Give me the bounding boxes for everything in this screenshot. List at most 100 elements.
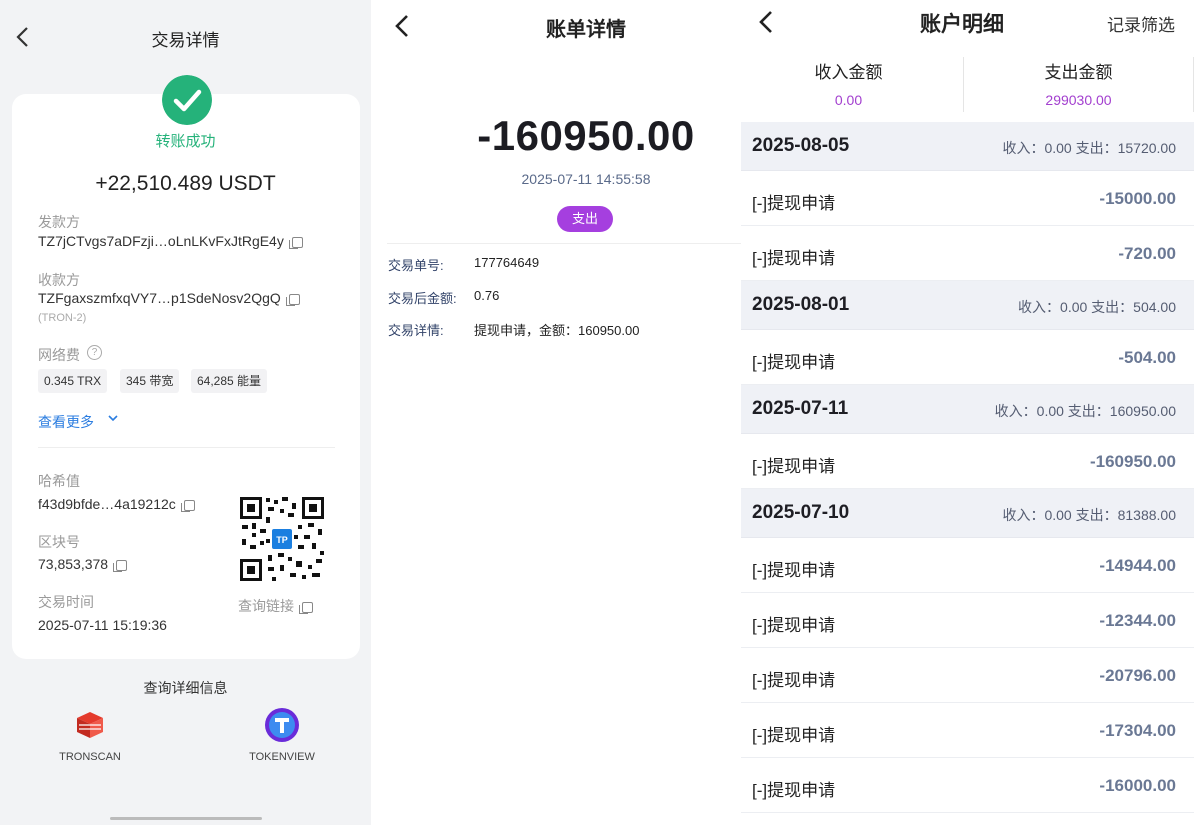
transfer-status: 转账成功 — [155, 133, 216, 150]
expense-label: 支出金额 — [1044, 63, 1113, 82]
back-arrow-icon[interactable] — [755, 8, 777, 36]
tronscan-link[interactable]: TRONSCAN — [35, 708, 145, 763]
item-amount: -20796.00 — [1099, 666, 1176, 685]
home-indicator — [110, 817, 262, 820]
receiver-label: 收款方 — [38, 272, 80, 288]
bill-detail-panel: 账单详情 -160950.00 2025-07-11 14:55:58 支出 交… — [371, 0, 741, 825]
expense-badge: 支出 — [557, 206, 613, 232]
sender-address: TZ7jCTvgs7aDFzji…oLnLKvFxJtRgE4y — [38, 233, 303, 249]
chevron-down-icon[interactable] — [106, 411, 120, 425]
see-more-link[interactable]: 查看更多 — [38, 412, 94, 432]
copy-icon[interactable] — [113, 559, 128, 572]
group-date: 2025-07-11 — [752, 398, 849, 419]
group-summary: 收入：0.00 支出：81388.00 — [1002, 507, 1176, 523]
tokenview-link[interactable]: TOKENVIEW — [227, 708, 337, 763]
time-label: 交易时间 — [38, 594, 94, 610]
receiver-address-text: TZFgaxszmfxqVY7…p1SdeNosv2QgQ — [38, 290, 281, 306]
block-value: 73,853,378 — [38, 556, 128, 572]
receiver-network: (TRON-2) — [38, 312, 87, 324]
income-label: 收入金额 — [814, 63, 883, 82]
success-check-icon — [162, 75, 212, 125]
sender-label: 发款方 — [38, 214, 80, 230]
list-item[interactable]: [-]提现申请 -504.00 — [741, 330, 1194, 385]
income-summary: 收入金额 0.00 — [781, 58, 916, 108]
item-title: [-]提现申请 — [752, 671, 836, 690]
page-title: 账户明细 — [920, 13, 1004, 36]
transaction-list: 2025-08-05 收入：0.00 支出：15720.00 [-]提现申请 -150… — [741, 122, 1194, 813]
list-item[interactable]: [-]提现申请 -12344.00 — [741, 593, 1194, 648]
bill-amount: -160950.00 — [477, 112, 695, 159]
date-group-header: 2025-08-01 收入：0.00 支出：504.00 — [741, 281, 1194, 330]
list-item[interactable]: [-]提现申请 -20796.00 — [741, 648, 1194, 703]
divider — [387, 243, 741, 244]
item-title: [-]提现申请 — [752, 616, 836, 635]
hash-label: 哈希值 — [38, 473, 80, 489]
balance-after-value: 0.76 — [474, 288, 500, 303]
bill-time: 2025-07-11 14:55:58 — [521, 171, 651, 187]
list-item[interactable]: [-]提现申请 -14944.00 — [741, 538, 1194, 593]
item-title: [-]提现申请 — [752, 194, 836, 213]
date-group-header: 2025-08-05 收入：0.00 支出：15720.00 — [741, 122, 1194, 171]
qr-code[interactable]: TP — [238, 495, 326, 583]
divider — [1193, 57, 1194, 112]
sender-address-text: TZ7jCTvgs7aDFzji…oLnLKvFxJtRgE4y — [38, 233, 284, 249]
date-group-header: 2025-07-11 收入：0.00 支出：160950.00 — [741, 385, 1194, 434]
fee-chip-bandwidth: 345 带宽 — [120, 369, 180, 393]
fee-chip-trx: 0.345 TRX — [38, 369, 108, 393]
item-title: [-]提现申请 — [752, 353, 836, 372]
list-item[interactable]: [-]提现申请 -160950.00 — [741, 434, 1194, 489]
list-item[interactable]: [-]提现申请 -16000.00 — [741, 758, 1194, 813]
copy-icon[interactable] — [299, 601, 313, 614]
page-title: 账单详情 — [546, 19, 626, 41]
block-value-text: 73,853,378 — [38, 556, 109, 572]
query-link-text: 查询链接 — [238, 598, 294, 614]
tx-detail-panel: 交易详情 转账成功 +22,510.489 USDT 发款方 TZ7jCTvgs… — [0, 0, 371, 825]
hash-value-text: f43d9bfde…4a19212c — [38, 496, 176, 512]
item-title: [-]提现申请 — [752, 726, 836, 745]
copy-icon[interactable] — [180, 499, 195, 512]
time-value: 2025-07-11 15:19:36 — [38, 617, 167, 633]
divider — [963, 57, 964, 112]
detail-label: 交易详情: — [388, 323, 444, 338]
expense-total: 299030.00 — [1045, 92, 1112, 108]
query-link[interactable]: 查询链接 — [238, 596, 313, 616]
item-title: [-]提现申请 — [752, 561, 836, 580]
account-detail-panel: 账户明细 记录筛选 收入金额 0.00 支出金额 299030.00 2025-… — [741, 0, 1200, 825]
hash-value: f43d9bfde…4a19212c — [38, 496, 195, 512]
date-group-header: 2025-07-10 收入：0.00 支出：81388.00 — [741, 489, 1194, 538]
item-title: [-]提现申请 — [752, 249, 836, 268]
group-summary: 收入：0.00 支出：15720.00 — [1002, 140, 1176, 156]
transfer-amount: +22,510.489 USDT — [95, 172, 276, 195]
item-amount: -16000.00 — [1099, 776, 1176, 795]
item-title: [-]提现申请 — [752, 781, 836, 800]
item-amount: -17304.00 — [1099, 721, 1176, 740]
item-amount: -160950.00 — [1089, 452, 1176, 471]
item-title: [-]提现申请 — [752, 457, 836, 476]
fee-label: 网络费 — [38, 347, 80, 363]
detail-info-title: 查询详细信息 — [143, 680, 228, 696]
group-date: 2025-08-05 — [752, 135, 850, 156]
list-item[interactable]: [-]提现申请 -720.00 — [741, 226, 1194, 281]
record-filter-button[interactable]: 记录筛选 — [1107, 11, 1175, 36]
item-amount: -12344.00 — [1099, 611, 1176, 630]
group-summary: 收入：0.00 支出：160950.00 — [994, 403, 1176, 419]
balance-after-label: 交易后金额: — [388, 291, 457, 306]
receiver-address: TZFgaxszmfxqVY7…p1SdeNosv2QgQ — [38, 290, 300, 306]
expense-summary: 支出金额 299030.00 — [1011, 58, 1146, 108]
copy-icon[interactable] — [288, 236, 303, 249]
page-title: 交易详情 — [151, 31, 220, 50]
tronscan-label: TRONSCAN — [59, 751, 121, 763]
tokenview-label: TOKENVIEW — [249, 751, 315, 763]
copy-icon[interactable] — [285, 293, 300, 306]
list-item[interactable]: [-]提现申请 -15000.00 — [741, 171, 1194, 226]
fee-chip-energy: 64,285 能量 — [191, 369, 268, 393]
item-amount: -15000.00 — [1099, 189, 1176, 208]
tronscan-logo-icon — [77, 712, 103, 738]
help-question-icon[interactable]: ? — [87, 345, 102, 360]
detail-value: 提现申请，金额：160950.00 — [474, 323, 640, 338]
group-date: 2025-07-10 — [752, 502, 850, 523]
list-item[interactable]: [-]提现申请 -17304.00 — [741, 703, 1194, 758]
income-total: 0.00 — [834, 92, 863, 108]
tokenview-logo-icon — [265, 708, 299, 742]
divider — [38, 447, 335, 448]
